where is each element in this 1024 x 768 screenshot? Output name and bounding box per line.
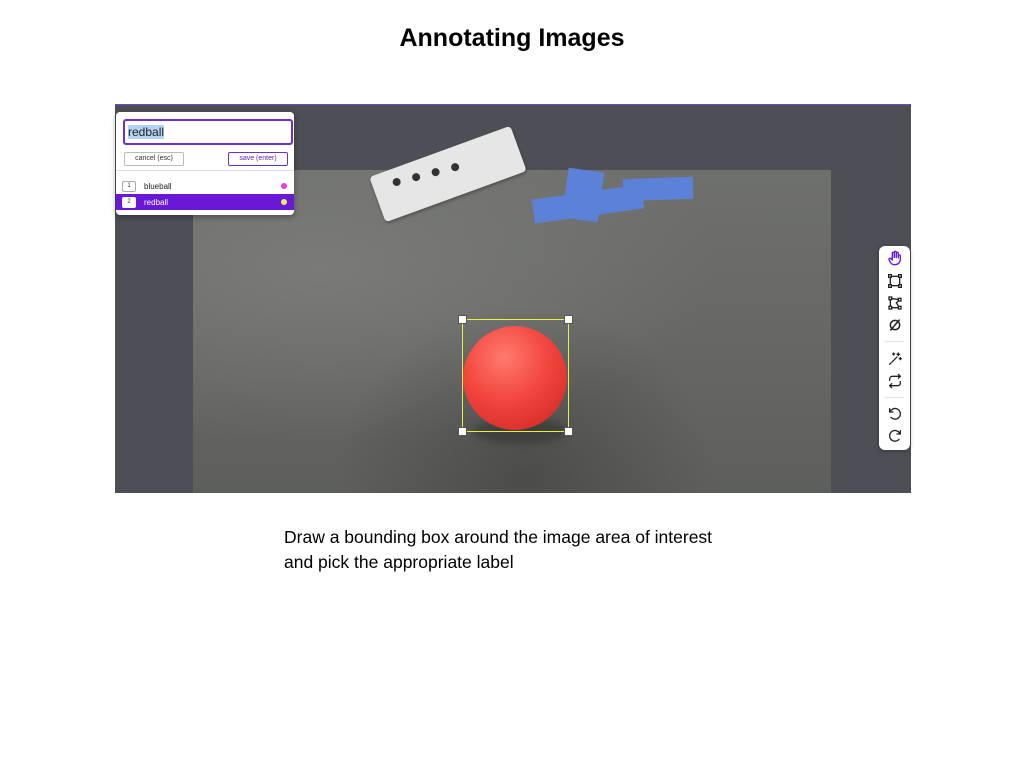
save-button[interactable]: save (enter) bbox=[228, 152, 288, 166]
label-input[interactable] bbox=[123, 119, 293, 145]
undo-button[interactable] bbox=[885, 404, 904, 423]
resize-handle-bottom-left[interactable] bbox=[458, 427, 467, 436]
tool-palette bbox=[879, 246, 910, 450]
label-color-dot bbox=[281, 183, 287, 189]
repeat-icon bbox=[888, 373, 901, 388]
toolbar-divider bbox=[885, 397, 904, 398]
toolbar-divider bbox=[885, 341, 904, 342]
undo-icon bbox=[888, 407, 901, 420]
caption-line: Draw a bounding box around the image are… bbox=[284, 527, 713, 547]
cancel-button[interactable]: cancel (esc) bbox=[124, 152, 184, 166]
resize-handle-bottom-right[interactable] bbox=[564, 427, 573, 436]
blue-tape bbox=[622, 176, 694, 202]
rectangle-tool-button[interactable] bbox=[885, 271, 904, 290]
polygon-icon bbox=[887, 295, 902, 310]
redo-icon bbox=[888, 429, 901, 442]
shortcut-key: 1 bbox=[122, 180, 136, 192]
rectangle-icon bbox=[887, 273, 902, 288]
magic-wand-icon bbox=[888, 351, 902, 365]
label-option-name: redball bbox=[144, 197, 169, 207]
resize-handle-top-right[interactable] bbox=[564, 315, 573, 324]
shortcut-key: 2 bbox=[122, 196, 136, 208]
slide-title: Annotating Images bbox=[399, 24, 625, 52]
divider bbox=[116, 170, 294, 171]
no-object-button[interactable] bbox=[885, 315, 904, 334]
robot-device bbox=[369, 125, 527, 223]
hand-tool-button[interactable] bbox=[885, 248, 904, 267]
no-object-icon bbox=[889, 318, 900, 331]
label-option-name: blueball bbox=[144, 181, 172, 191]
label-option-redball[interactable]: 2 redball bbox=[116, 194, 294, 210]
caption-line: and pick the appropriate label bbox=[284, 552, 514, 572]
redo-button[interactable] bbox=[885, 426, 904, 445]
instruction-caption: Draw a bounding box around the image are… bbox=[284, 525, 804, 575]
polygon-tool-button[interactable] bbox=[885, 293, 904, 312]
hand-icon bbox=[887, 250, 901, 265]
bounding-box[interactable] bbox=[458, 315, 573, 436]
label-popup: cancel (esc) save (enter) 1 blueball 2 r… bbox=[116, 112, 294, 215]
label-option-blueball[interactable]: 1 blueball bbox=[116, 178, 294, 194]
magic-wand-button[interactable] bbox=[885, 349, 904, 368]
repeat-button[interactable] bbox=[885, 371, 904, 390]
resize-handle-top-left[interactable] bbox=[458, 315, 467, 324]
label-color-dot bbox=[281, 199, 287, 205]
